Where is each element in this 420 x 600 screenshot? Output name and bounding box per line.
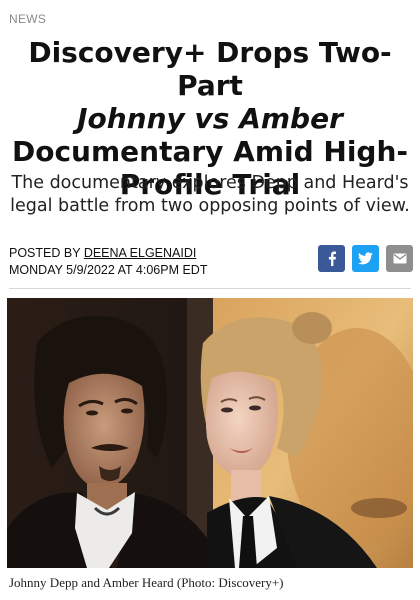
facebook-icon [328,251,336,266]
facebook-share-button[interactable] [318,245,345,272]
headline-part-1: Discovery+ Drops Two-Part [28,36,392,102]
author-link[interactable]: DEENA ELGENAIDI [84,246,197,260]
publish-date: MONDAY 5/9/2022 AT 4:06PM EDT [9,263,208,277]
byline-author-line: POSTED BY DEENA ELGENAIDI [9,245,207,262]
article-photo-illustration [7,298,413,568]
header-divider [9,288,411,289]
article-photo[interactable] [7,298,413,568]
email-icon [393,253,406,264]
twitter-share-button[interactable] [352,245,379,272]
headline-title-italic: Johnny vs Amber [77,102,343,135]
photo-caption: Johnny Depp and Amber Heard (Photo: Disc… [9,575,284,590]
posted-by-label: POSTED BY [9,246,81,260]
article-dek: The documentary explores Depp and Heard'… [10,173,410,216]
byline: POSTED BY DEENA ELGENAIDI MONDAY 5/9/202… [9,245,207,279]
twitter-icon [358,252,373,265]
share-buttons [318,245,413,272]
section-label: NEWS [9,12,47,26]
email-share-button[interactable] [386,245,413,272]
